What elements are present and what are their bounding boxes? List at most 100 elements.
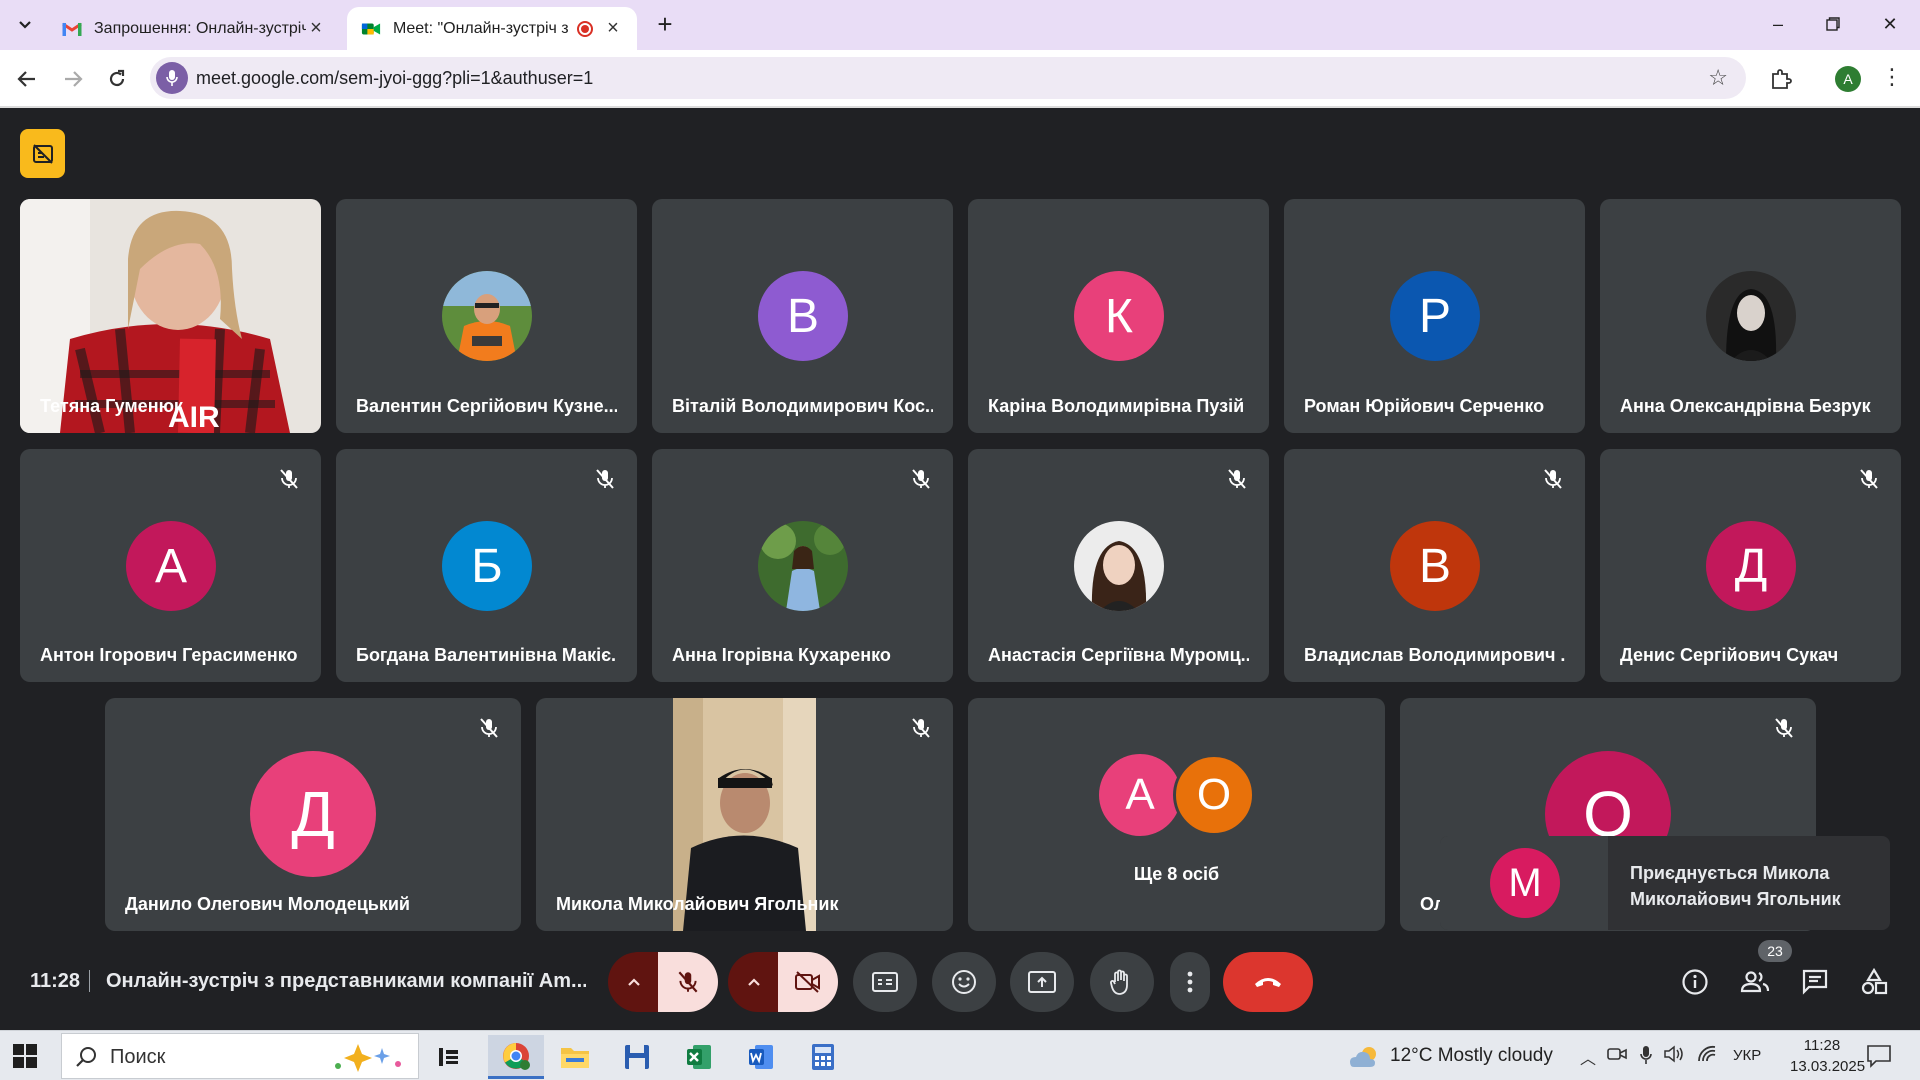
participant-name: Богдана Валентинівна Макіє... <box>356 645 617 665</box>
participant-avatar: А <box>126 521 216 611</box>
volume-icon[interactable] <box>1663 1045 1685 1067</box>
participant-tile[interactable]: В Віталій Володимирович Кос... <box>652 199 953 433</box>
taskbar-save-app[interactable] <box>612 1035 662 1079</box>
back-button[interactable] <box>10 62 44 96</box>
system-clock[interactable]: 11:28 13.03.2025 <box>1790 1035 1865 1077</box>
chat-button[interactable] <box>1795 962 1835 1002</box>
more-participants-tile[interactable]: А О Ще 8 осіб <box>968 698 1385 931</box>
weather-text[interactable]: 12°C Mostly cloudy <box>1390 1045 1553 1067</box>
meeting-title: Онлайн-зустріч з представниками компанії… <box>106 970 586 992</box>
participant-name: Віталій Володимирович Кос... <box>672 396 933 416</box>
browser-menu-icon[interactable]: ⋮ <box>1880 64 1904 94</box>
participant-tile[interactable]: Анастасія Сергіївна Муромц... <box>968 449 1269 682</box>
calculator-icon <box>812 1044 834 1070</box>
participant-tile[interactable]: Д Данило Олегович Молодецький <box>105 698 521 931</box>
chevron-down-icon <box>19 21 31 29</box>
mic-off-icon <box>480 718 498 738</box>
leave-call-button[interactable] <box>1223 952 1313 1012</box>
participant-tile[interactable]: К Каріна Володимирівна Пузій <box>968 199 1269 433</box>
activities-button[interactable] <box>1854 962 1894 1002</box>
extensions-button[interactable] <box>1764 62 1798 96</box>
puzzle-icon <box>1772 69 1792 89</box>
taskbar-file-explorer[interactable] <box>550 1035 600 1079</box>
hand-icon <box>1110 969 1128 995</box>
more-vert-icon <box>1187 971 1193 993</box>
joining-avatar: М <box>1490 848 1560 918</box>
arrow-right-icon <box>65 71 83 87</box>
captions-off-badge[interactable] <box>20 129 65 178</box>
microphone-icon[interactable] <box>1635 1045 1657 1067</box>
reload-button[interactable] <box>100 62 134 96</box>
close-icon[interactable]: × <box>306 17 326 40</box>
input-language[interactable]: УКР <box>1733 1047 1761 1064</box>
captions-icon <box>872 972 898 992</box>
participant-tile[interactable]: Р Роман Юрійович Серченко <box>1284 199 1585 433</box>
present-icon <box>1028 971 1056 993</box>
minimize-button[interactable]: – <box>1758 8 1798 40</box>
video-options-button[interactable] <box>728 952 780 1012</box>
taskbar-word[interactable] <box>736 1035 786 1079</box>
address-bar[interactable]: meet.google.com/sem-jyoi-ggg?pli=1&authu… <box>150 57 1746 99</box>
participant-tile[interactable]: А Антон Ігорович Герасименко <box>20 449 321 682</box>
url-text: meet.google.com/sem-jyoi-ggg?pli=1&authu… <box>196 68 594 88</box>
bookmark-star-icon[interactable]: ☆ <box>1708 65 1728 91</box>
taskbar-chrome[interactable] <box>488 1035 544 1079</box>
raise-hand-button[interactable] <box>1090 952 1154 1012</box>
windows-start-button[interactable] <box>12 1043 38 1069</box>
new-tab-button[interactable]: + <box>650 10 680 40</box>
join-notification: М Приєднується Микола Миколайович Ягольн… <box>1440 836 1890 930</box>
wifi-icon[interactable] <box>1696 1045 1718 1067</box>
more-options-button[interactable] <box>1170 952 1210 1012</box>
forward-button[interactable] <box>56 62 90 96</box>
taskbar-calculator[interactable] <box>798 1035 848 1079</box>
windows-taskbar: Поиск 12°C Mostly cloudy ︿ УКР 11:28 13.… <box>0 1030 1920 1080</box>
participant-tile[interactable]: Б Богдана Валентинівна Макіє... <box>336 449 637 682</box>
video-off-icon <box>795 971 820 993</box>
captions-button[interactable] <box>853 952 917 1012</box>
restore-button[interactable] <box>1813 8 1853 40</box>
participant-tile[interactable]: В Владислав Володимирович ... <box>1284 449 1585 682</box>
recording-icon <box>577 20 593 37</box>
tab-gmail-invite[interactable]: Запрошення: Онлайн-зустріч з × <box>48 7 340 50</box>
chevron-up-icon <box>748 978 760 986</box>
participant-name: Анна Ігорівна Кухаренко <box>672 645 891 665</box>
profile-avatar[interactable]: A <box>1835 66 1861 92</box>
taskbar-task-view[interactable] <box>425 1035 475 1079</box>
no-video-recording-icon <box>32 143 53 164</box>
meeting-clock: 11:28 <box>30 970 81 992</box>
shapes-icon <box>1861 968 1888 995</box>
participant-tile[interactable]: Микола Миколайович Ягольник <box>536 698 953 931</box>
participant-name: Каріна Володимирівна Пузій <box>988 396 1245 416</box>
gmail-icon <box>62 19 82 39</box>
present-screen-button[interactable] <box>1010 952 1074 1012</box>
participant-name: Роман Юрійович Серченко <box>1304 396 1545 416</box>
microphone-permission-icon[interactable] <box>156 62 188 94</box>
participant-name: Анастасія Сергіївна Муромц... <box>988 645 1249 665</box>
tab-meet[interactable]: Meet: "Онлайн-зустріч з пр × <box>347 7 637 50</box>
taskbar-excel[interactable] <box>674 1035 724 1079</box>
microphone-toggle-button[interactable] <box>658 952 718 1012</box>
join-notification-text: Приєднується Микола Миколайович Ягольник <box>1630 863 1841 909</box>
close-icon[interactable]: × <box>603 17 623 40</box>
close-window-button[interactable]: ✕ <box>1870 8 1910 40</box>
participant-tile[interactable]: Анна Олександрівна Безрук <box>1600 199 1901 433</box>
meeting-details-button[interactable] <box>1675 962 1715 1002</box>
participant-tile[interactable]: Валентин Сергійович Кузне... <box>336 199 637 433</box>
taskbar-search-box[interactable]: Поиск <box>61 1033 419 1079</box>
participant-tile[interactable]: Д Денис Сергійович Сукач <box>1600 449 1901 682</box>
camera-toggle-button[interactable] <box>778 952 838 1012</box>
participant-name: Тетяна Гуменюк <box>40 396 183 416</box>
participant-tile[interactable]: Анна Ігорівна Кухаренко <box>652 449 953 682</box>
tab-search-button[interactable] <box>10 12 40 38</box>
notification-center-button[interactable] <box>1866 1043 1892 1069</box>
audio-options-button[interactable] <box>608 952 660 1012</box>
toast-avatar-panel: М <box>1440 836 1608 930</box>
reactions-button[interactable] <box>932 952 996 1012</box>
sparkle-icon <box>335 1044 401 1072</box>
people-button[interactable] <box>1735 962 1775 1002</box>
participant-photo-avatar <box>758 521 848 611</box>
camera-icon[interactable] <box>1606 1045 1628 1067</box>
participant-tile[interactable]: AIR Тетяна Гуменюк <box>20 199 321 433</box>
chevron-up-icon[interactable]: ︿ <box>1577 1045 1599 1068</box>
mic-off-icon <box>280 469 298 489</box>
